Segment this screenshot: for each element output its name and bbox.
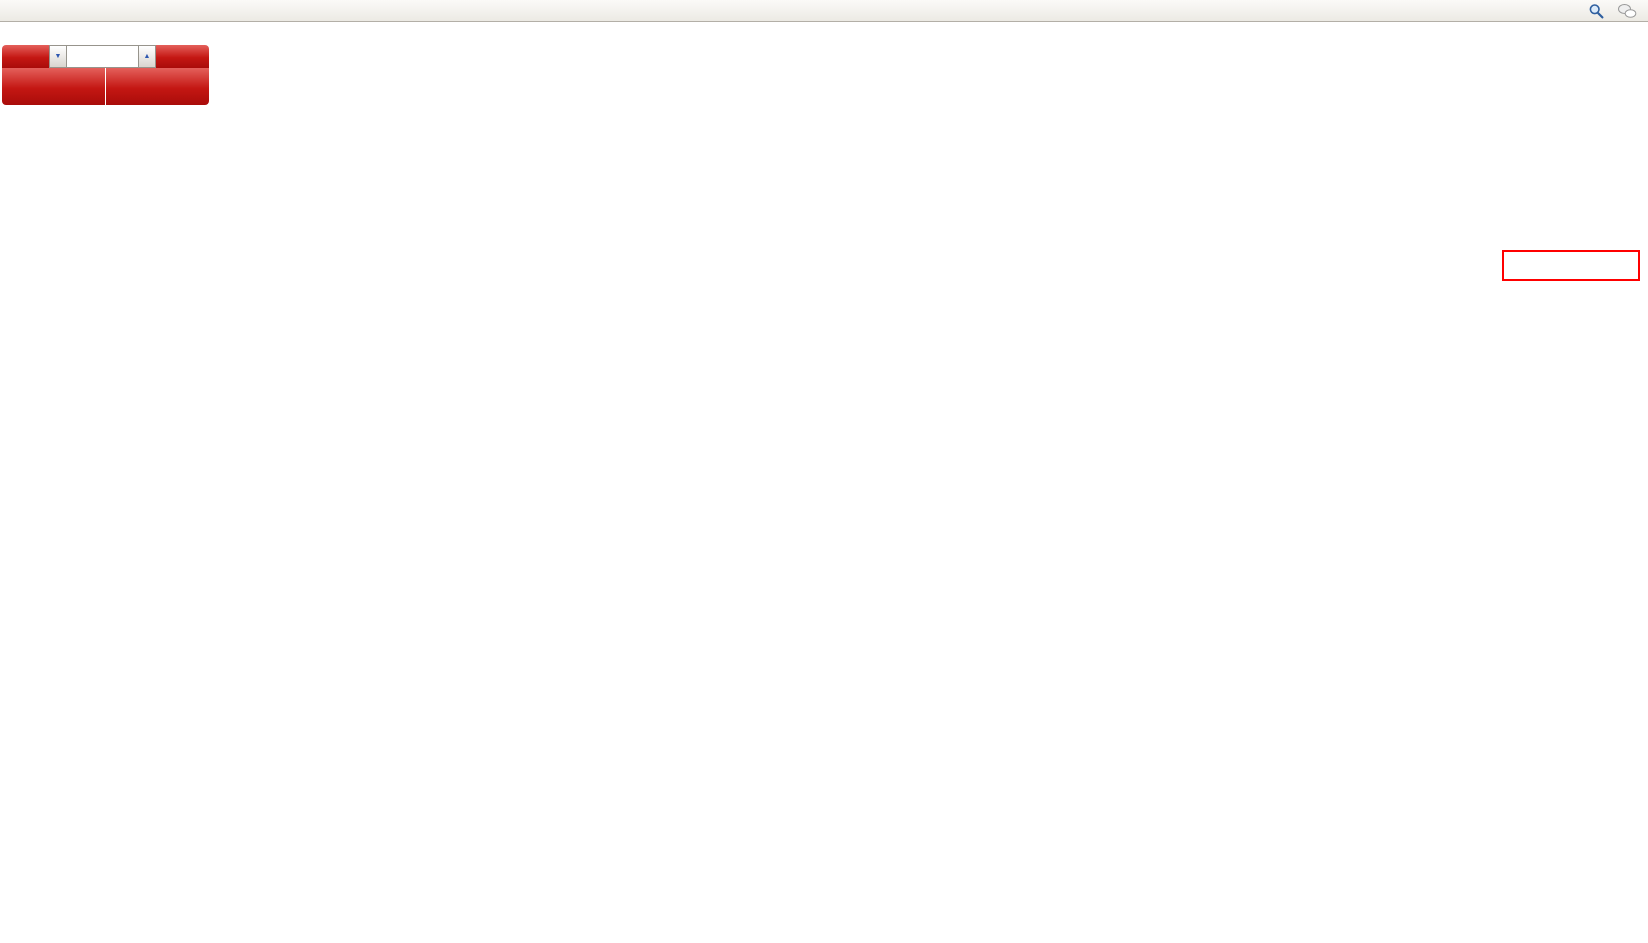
one-click-trade-panel: ▼ ▲ bbox=[2, 45, 209, 105]
sell-price-panel[interactable] bbox=[2, 68, 105, 105]
search-icon bbox=[1588, 3, 1604, 19]
volume-input[interactable] bbox=[67, 45, 138, 68]
chat-icon bbox=[1617, 3, 1637, 19]
buy-price-panel[interactable] bbox=[106, 68, 209, 105]
search-button[interactable] bbox=[1584, 1, 1608, 21]
price-callout-box bbox=[1502, 250, 1640, 281]
sell-button[interactable] bbox=[2, 45, 49, 68]
toolbar bbox=[0, 0, 1648, 22]
volume-decrease-button[interactable]: ▼ bbox=[49, 45, 67, 68]
volume-increase-button[interactable]: ▲ bbox=[138, 45, 156, 68]
buy-button[interactable] bbox=[156, 45, 209, 68]
chat-button[interactable] bbox=[1613, 1, 1641, 21]
chart-canvas[interactable] bbox=[0, 0, 1648, 943]
